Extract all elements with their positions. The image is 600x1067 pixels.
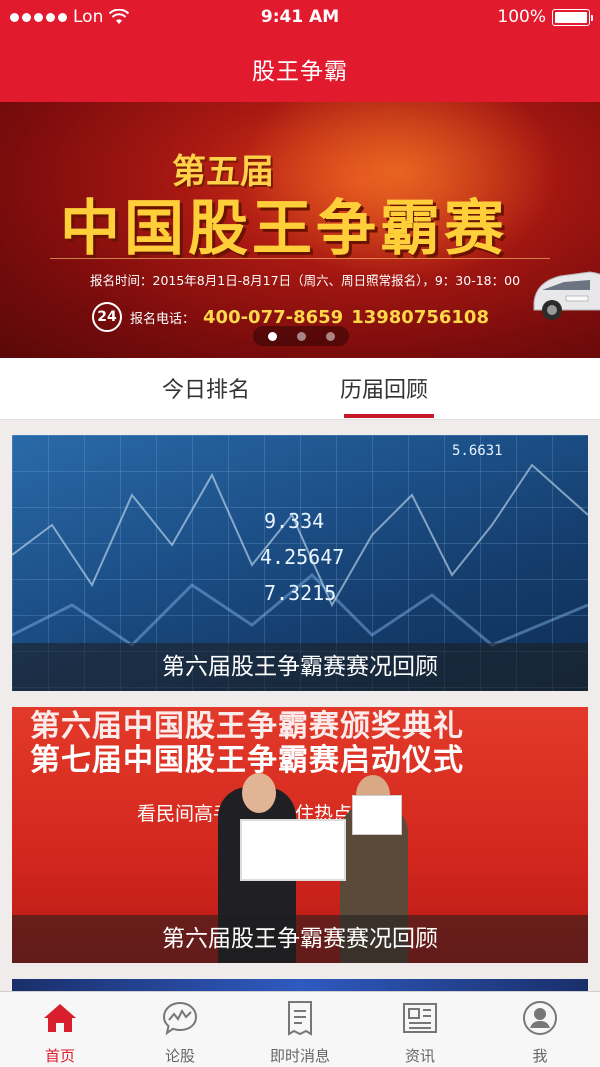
top-bar: Lon 9:41 AM 100% 股王争霸: [0, 0, 600, 102]
phone-number-1: 400-077-8659: [203, 306, 344, 328]
carousel-pager[interactable]: [253, 326, 349, 346]
pager-dot[interactable]: [325, 331, 335, 341]
phone-number-2: 13980756108: [351, 306, 489, 328]
tabbar-label: 资讯: [404, 1047, 435, 1065]
user-icon: [523, 1001, 557, 1035]
tab-past-review[interactable]: 历届回顾: [340, 372, 428, 404]
24h-badge-icon: 24: [92, 302, 122, 332]
card-caption: 第六届股王争霸赛赛况回顾: [12, 643, 588, 691]
review-card[interactable]: [12, 979, 588, 991]
tabbar-label: 即时消息: [269, 1047, 330, 1065]
tabbar-item-news[interactable]: 资讯: [360, 992, 480, 1067]
battery-percent: 100%: [497, 7, 546, 27]
tabbar-item-home[interactable]: 首页: [0, 992, 120, 1067]
card-caption: 第六届股王争霸赛赛况回顾: [12, 915, 588, 963]
tabbar-label: 我: [532, 1047, 548, 1065]
award-board-image: [240, 819, 346, 881]
active-tab-indicator: [344, 414, 434, 418]
newspaper-icon: [403, 1003, 437, 1033]
chart-number: 4.25647: [260, 545, 345, 569]
chat-chart-icon: [162, 1001, 198, 1036]
chart-number: 7.3215: [264, 581, 337, 605]
review-card[interactable]: 第六届中国股王争霸赛颁奖典礼 第七届中国股王争霸赛启动仪式 看民间高手控制 ，住…: [12, 707, 588, 963]
tabbar-item-messages[interactable]: 即时消息: [240, 992, 360, 1067]
certificate-image: [352, 795, 402, 835]
status-bar: Lon 9:41 AM 100%: [0, 0, 600, 34]
tabbar-label: 首页: [44, 1047, 75, 1065]
tabbar-item-forum[interactable]: 论股: [120, 992, 240, 1067]
tabbar-label: 论股: [164, 1047, 195, 1065]
banner-divider: [50, 258, 550, 259]
bottom-tab-bar: 首页 论股 即时消息 资讯 我: [0, 991, 600, 1067]
pager-dot[interactable]: [267, 331, 277, 341]
phone-label: 报名电话：: [130, 311, 196, 327]
tabbar-item-me[interactable]: 我: [480, 992, 600, 1067]
segment-tabs: 今日排名 历届回顾: [0, 358, 600, 420]
promo-banner[interactable]: 第五届 中国股王争霸赛 报名时间：2015年8月1日-8月17日（周六、周日照常…: [0, 102, 600, 358]
chart-number: 5.6631: [452, 443, 503, 459]
banner-schedule: 报名时间：2015年8月1日-8月17日（周六、周日照常报名），9：30-18：…: [90, 273, 521, 288]
review-card[interactable]: 9.334 4.25647 7.3215 5.6631 第六届股王争霸赛赛况回顾: [12, 435, 588, 691]
tab-today-ranking[interactable]: 今日排名: [162, 372, 250, 404]
car-image-icon: [533, 271, 600, 320]
home-icon: [44, 1004, 76, 1032]
battery-group: 100%: [497, 7, 593, 27]
pager-dot[interactable]: [296, 331, 306, 341]
stage-headline-2: 第七届中国股王争霸赛启动仪式: [30, 743, 464, 778]
battery-icon: [552, 8, 593, 26]
page-title: 股王争霸: [252, 59, 348, 85]
chart-number: 9.334: [264, 509, 325, 533]
banner-headline: 中国股王争霸赛: [60, 194, 508, 264]
document-icon: [288, 1001, 312, 1036]
person-head: [242, 773, 276, 813]
